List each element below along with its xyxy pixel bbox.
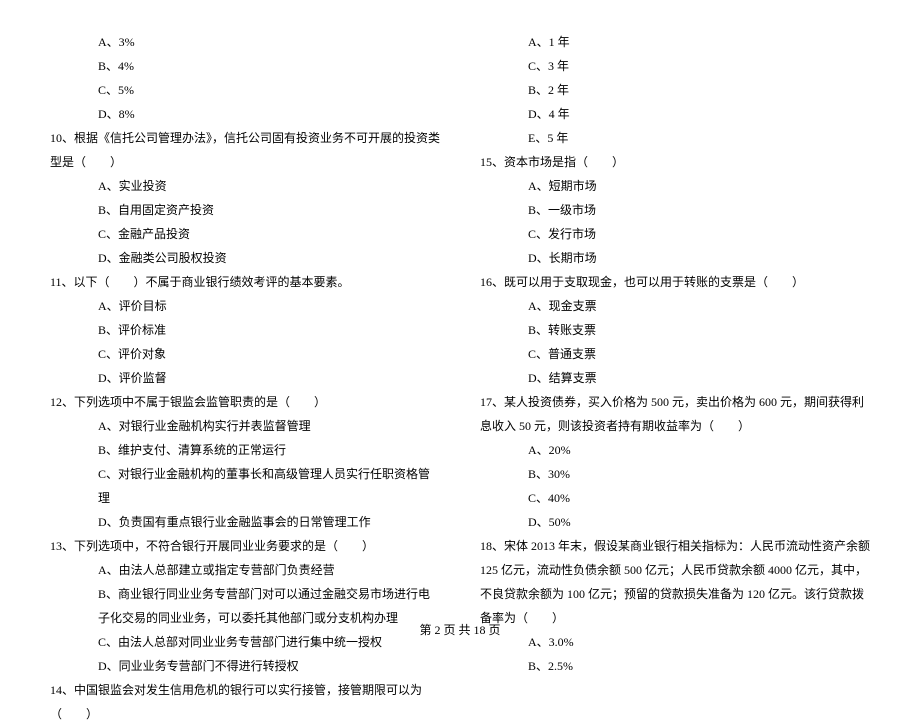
q14-text: 14、中国银监会对发生信用危机的银行可以实行接管，接管期限可以为（ ） <box>50 678 440 726</box>
q10-opt-c: C、金融产品投资 <box>50 222 440 246</box>
q16-text: 16、既可以用于支取现金，也可以用于转账的支票是（ ） <box>480 270 870 294</box>
q18-opt-b: B、2.5% <box>480 654 870 678</box>
q10-opt-b: B、自用固定资产投资 <box>50 198 440 222</box>
q17-opt-c: C、40% <box>480 486 870 510</box>
q14-opt-e: E、5 年 <box>480 126 870 150</box>
q11-opt-c: C、评价对象 <box>50 342 440 366</box>
q17-opt-a: A、20% <box>480 438 870 462</box>
q11-opt-b: B、评价标准 <box>50 318 440 342</box>
q15-text: 15、资本市场是指（ ） <box>480 150 870 174</box>
page-footer: 第 2 页 共 18 页 <box>0 621 920 638</box>
q13-text: 13、下列选项中，不符合银行开展同业业务要求的是（ ） <box>50 534 440 558</box>
q12-opt-d: D、负责国有重点银行业金融监事会的日常管理工作 <box>50 510 440 534</box>
q12-opt-c: C、对银行业金融机构的董事长和高级管理人员实行任职资格管理 <box>50 462 440 510</box>
q10-opt-a: A、实业投资 <box>50 174 440 198</box>
q9-opt-a: A、3% <box>50 30 440 54</box>
q14-opt-b: B、2 年 <box>480 78 870 102</box>
q16-opt-c: C、普通支票 <box>480 342 870 366</box>
q15-opt-c: C、发行市场 <box>480 222 870 246</box>
q11-text: 11、以下（ ）不属于商业银行绩效考评的基本要素。 <box>50 270 440 294</box>
q13-opt-d: D、同业业务专营部门不得进行转授权 <box>50 654 440 678</box>
q11-opt-d: D、评价监督 <box>50 366 440 390</box>
q15-opt-b: B、一级市场 <box>480 198 870 222</box>
q16-opt-d: D、结算支票 <box>480 366 870 390</box>
q9-opt-d: D、8% <box>50 102 440 126</box>
q17-text: 17、某人投资债券，买入价格为 500 元，卖出价格为 600 元，期间获得利息… <box>480 390 870 438</box>
q9-opt-c: C、5% <box>50 78 440 102</box>
q11-opt-a: A、评价目标 <box>50 294 440 318</box>
q18-text: 18、宋体 2013 年末，假设某商业银行相关指标为：人民币流动性资产余额 12… <box>480 534 870 630</box>
q9-opt-b: B、4% <box>50 54 440 78</box>
q14-opt-a: A、1 年 <box>480 30 870 54</box>
q12-opt-a: A、对银行业金融机构实行并表监督管理 <box>50 414 440 438</box>
q16-opt-b: B、转账支票 <box>480 318 870 342</box>
q14-opt-d: D、4 年 <box>480 102 870 126</box>
q16-opt-a: A、现金支票 <box>480 294 870 318</box>
q12-text: 12、下列选项中不属于银监会监管职责的是（ ） <box>50 390 440 414</box>
q13-opt-a: A、由法人总部建立或指定专营部门负责经营 <box>50 558 440 582</box>
q17-opt-d: D、50% <box>480 510 870 534</box>
q10-opt-d: D、金融类公司股权投资 <box>50 246 440 270</box>
q15-opt-d: D、长期市场 <box>480 246 870 270</box>
q10-text: 10、根据《信托公司管理办法》，信托公司固有投资业务不可开展的投资类型是（ ） <box>50 126 440 174</box>
q14-opt-c: C、3 年 <box>480 54 870 78</box>
q12-opt-b: B、维护支付、清算系统的正常运行 <box>50 438 440 462</box>
q15-opt-a: A、短期市场 <box>480 174 870 198</box>
q17-opt-b: B、30% <box>480 462 870 486</box>
